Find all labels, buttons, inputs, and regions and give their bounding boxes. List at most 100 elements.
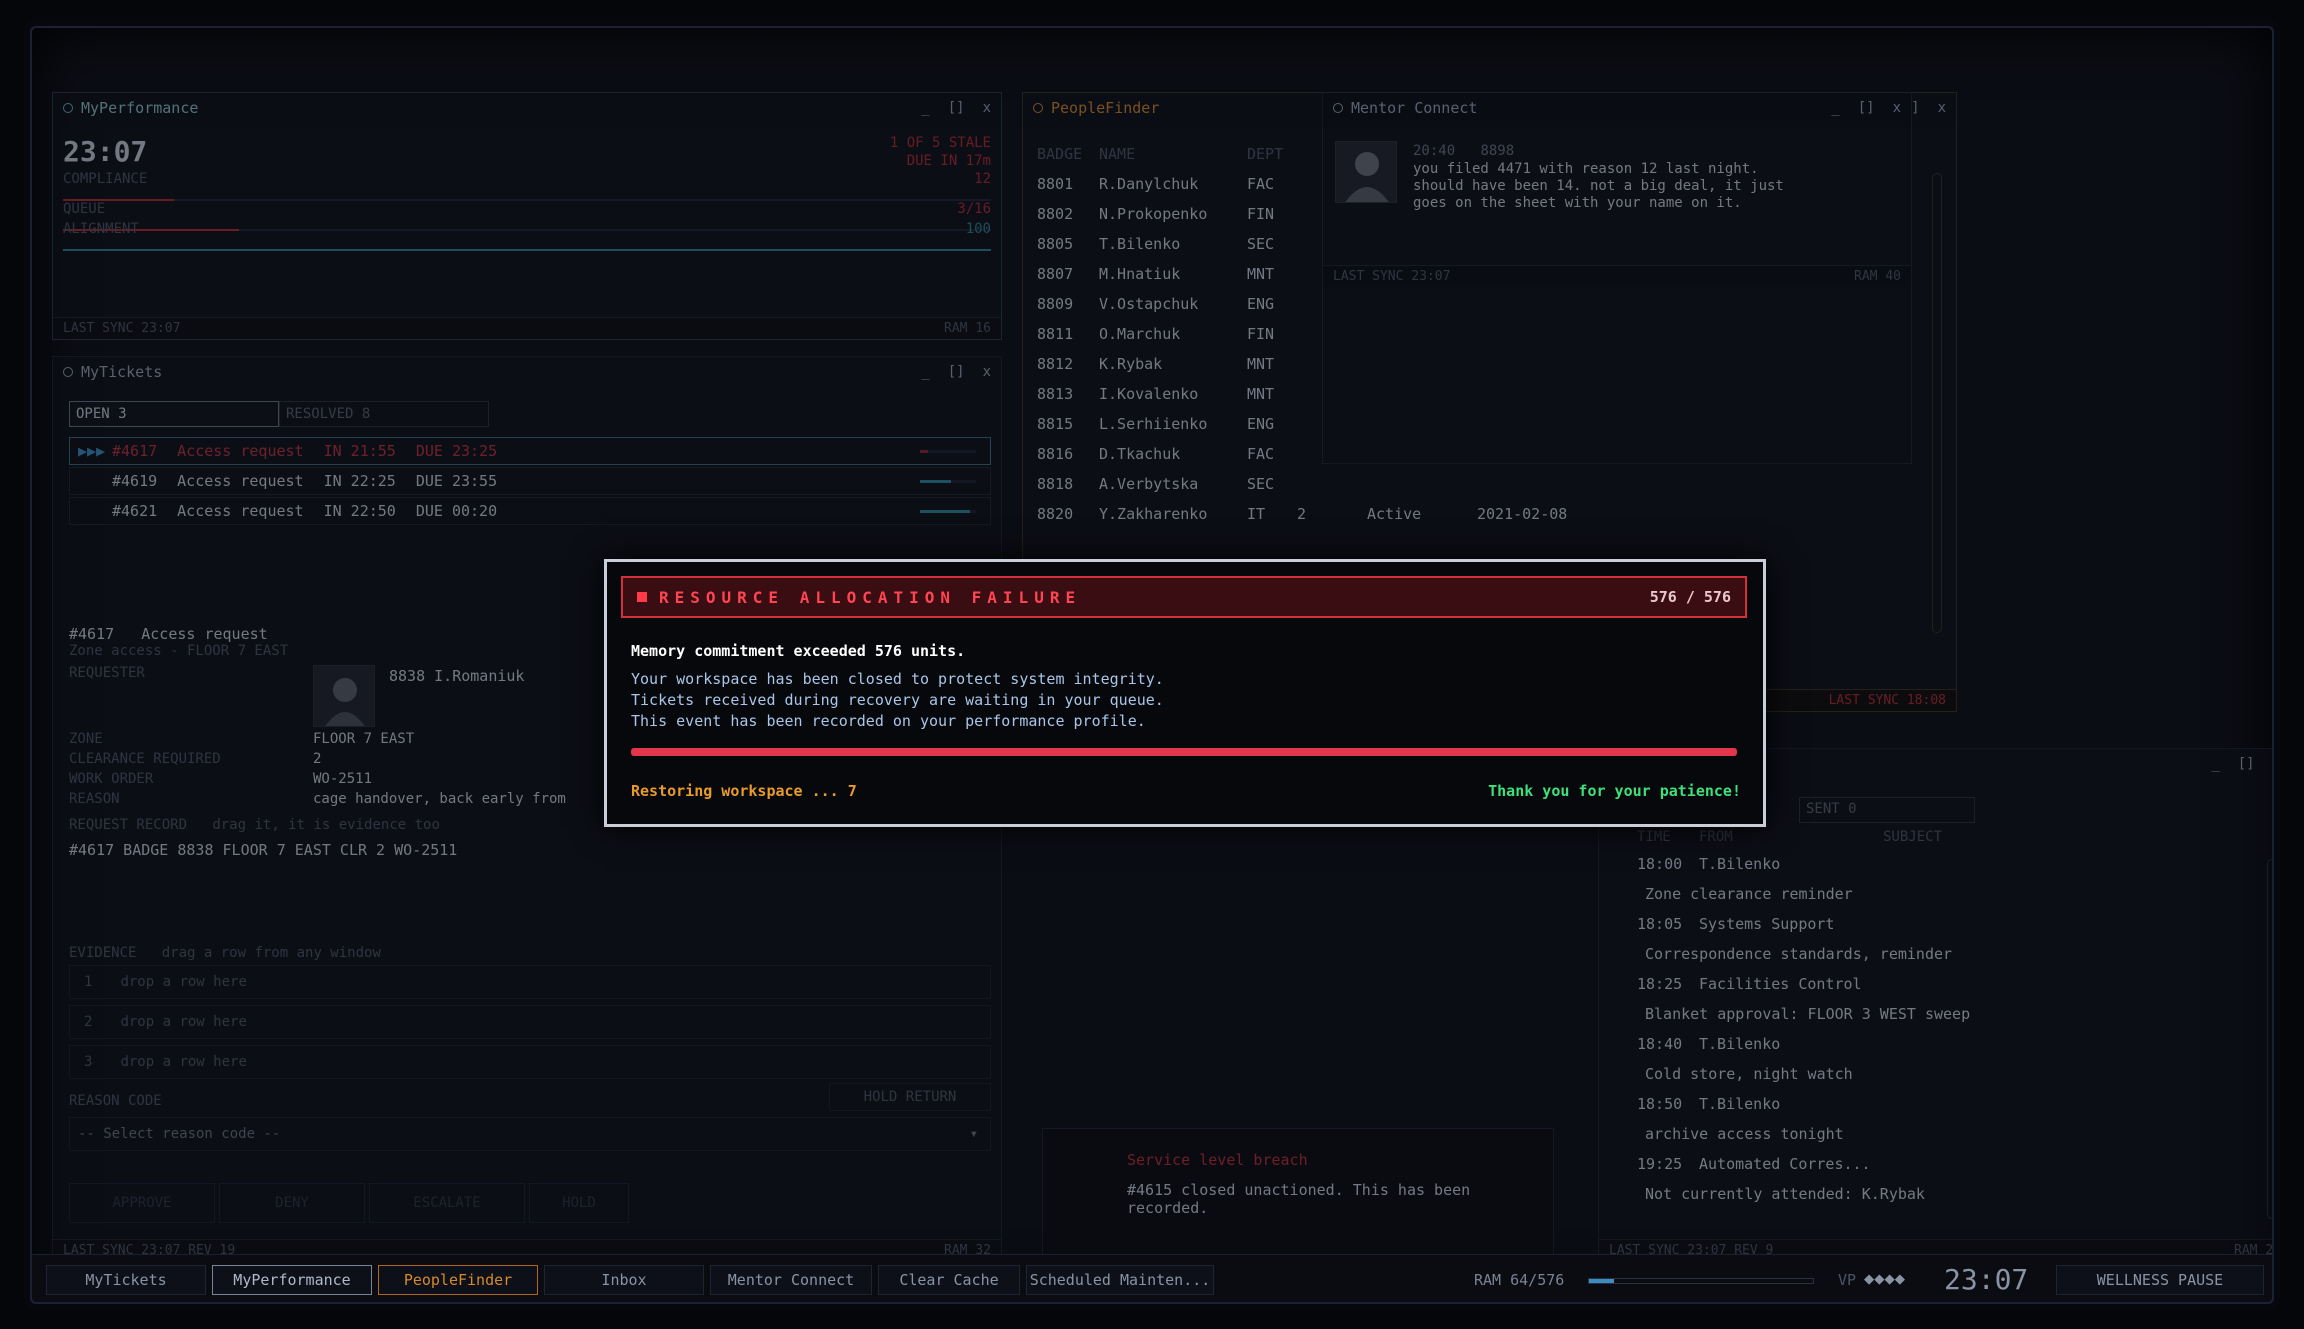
inbox-message[interactable]: 19:25 Automated Corres...	[1637, 1155, 1871, 1173]
inbox-message[interactable]: 18:05 Systems Support	[1637, 915, 1834, 933]
escalate-button[interactable]: ESCALATE	[369, 1183, 525, 1223]
metric-label: COMPLIANCE	[63, 171, 148, 187]
desktop: MyPerformance _ [] x 23:07 1 OF 5 STALE …	[30, 26, 2274, 1304]
minimize-icon[interactable]: _	[921, 100, 929, 116]
ticket-row[interactable]: #4621 Access request IN 22:50 DUE 00:20	[69, 497, 991, 525]
close-icon[interactable]: x	[983, 100, 991, 116]
person-icon	[325, 678, 365, 726]
message-subject[interactable]: Blanket approval: FLOOR 3 WEST sweep	[1645, 1005, 1970, 1023]
wellness-pause-button[interactable]: WELLNESS PAUSE	[2056, 1265, 2264, 1295]
people-row[interactable]: 8818 A.Verbytska SEC	[1037, 475, 1297, 493]
reason-code-select[interactable]: -- Select reason code -- ▾	[69, 1117, 991, 1151]
message-subject[interactable]: Not currently attended: K.Rybak	[1645, 1185, 1925, 1203]
maximize-icon[interactable]: ]	[1911, 100, 1919, 116]
alert-square-icon	[637, 592, 647, 602]
inbox-message[interactable]: 18:40 T.Bilenko	[1637, 1035, 1780, 1053]
stale-indicator: 1 OF 5 STALE	[889, 135, 991, 151]
requester-name: 8838 I.Romaniuk	[389, 667, 525, 685]
people-row[interactable]: 8820 Y.Zakharenko IT 2 Active 2021-02-08	[1037, 505, 1567, 523]
dialog-line-2: Tickets received during recovery are wai…	[631, 691, 1164, 709]
close-icon[interactable]: x	[1893, 100, 1901, 116]
taskbar-button[interactable]: PeopleFinder	[378, 1265, 538, 1295]
ticket-row[interactable]: ▶▶▶ #4617 Access request IN 21:55 DUE 23:25	[69, 437, 991, 465]
inbox-message[interactable]: 18:25 Facilities Control	[1637, 975, 1862, 993]
window-status-icon	[1033, 103, 1043, 113]
ticket-row[interactable]: #4619 Access request IN 22:25 DUE 23:55	[69, 467, 991, 495]
taskbar-button[interactable]: Inbox	[544, 1265, 704, 1295]
people-row[interactable]: 8813 I.Kovalenko MNT	[1037, 385, 1297, 403]
taskbar-button[interactable]: MyTickets	[46, 1265, 206, 1295]
sync-status: LAST SYNC 23:07	[1333, 269, 1451, 284]
request-record[interactable]: #4617 BADGE 8838 FLOOR 7 EAST CLR 2 WO-2…	[69, 841, 457, 859]
mentor-connect-window[interactable]: Mentor Connect _ [] x 20:40 8898 you fil…	[1322, 92, 1912, 464]
close-icon[interactable]: x	[2273, 756, 2274, 772]
evidence-drop-zone[interactable]: 2 drop a row here	[69, 1005, 991, 1039]
message-subject[interactable]: Zone clearance reminder	[1645, 885, 1853, 903]
inbox-message[interactable]: 18:50 T.Bilenko	[1637, 1095, 1780, 1113]
performance-titlebar[interactable]: MyPerformance _ [] x	[53, 93, 1001, 123]
people-row[interactable]: 8807 M.Hnatiuk MNT	[1037, 265, 1297, 283]
minimize-icon[interactable]: _	[921, 364, 929, 380]
recovery-progress-bar	[631, 748, 1737, 756]
tab-open[interactable]: OPEN 3	[69, 401, 279, 427]
close-icon[interactable]: x	[983, 364, 991, 380]
tab-sent[interactable]: SENT 0	[1799, 797, 1975, 823]
dialog-header: RESOURCE ALLOCATION FAILURE 576 / 576	[621, 576, 1747, 618]
field-label: WORK ORDER	[69, 771, 154, 787]
message-subject[interactable]: Cold store, night watch	[1645, 1065, 1853, 1083]
record-label-text: REQUEST RECORD	[69, 817, 188, 833]
people-row[interactable]: 8801 R.Danylchuk FAC	[1037, 175, 1297, 193]
people-row[interactable]: 8816 D.Tkachuk FAC	[1037, 445, 1297, 463]
error-dialog[interactable]: RESOURCE ALLOCATION FAILURE 576 / 576 Me…	[604, 559, 1766, 827]
ticket-progress	[920, 510, 976, 513]
performance-window[interactable]: MyPerformance _ [] x 23:07 1 OF 5 STALE …	[52, 92, 1002, 340]
hold-return-button[interactable]: HOLD RETURN	[829, 1083, 991, 1111]
person-badge: 8816	[1037, 445, 1074, 463]
taskbar-button[interactable]: Mentor Connect	[710, 1265, 872, 1295]
person-dept: SEC	[1247, 235, 1275, 253]
close-icon[interactable]: x	[1938, 100, 1946, 116]
message-meta: 20:40 8898	[1413, 143, 1514, 159]
scrollbar[interactable]	[1932, 173, 1942, 633]
metric-bar	[63, 229, 991, 231]
people-row[interactable]: 8812 K.Rybak MNT	[1037, 355, 1297, 373]
hold-button[interactable]: HOLD	[529, 1183, 629, 1223]
window-status-icon	[1333, 103, 1343, 113]
tickets-titlebar[interactable]: MyTickets _ [] x	[53, 357, 1001, 387]
message-subject[interactable]: Correspondence standards, reminder	[1645, 945, 1952, 963]
mentor-titlebar[interactable]: Mentor Connect _ [] x	[1323, 93, 1911, 123]
person-name: V.Ostapchuk	[1099, 295, 1199, 313]
sync-status: LAST SYNC 18:08	[1828, 693, 1946, 708]
metric-bar	[63, 199, 991, 201]
evidence-drop-zone[interactable]: 1 drop a row here	[69, 965, 991, 999]
approve-button[interactable]: APPROVE	[69, 1183, 215, 1223]
scrollbar[interactable]	[2267, 859, 2272, 1219]
taskbar-button[interactable]: MyPerformance	[212, 1265, 372, 1295]
people-row[interactable]: 8805 T.Bilenko SEC	[1037, 235, 1297, 253]
person-name: L.Serhiienko	[1099, 415, 1208, 433]
message-time: 18:50	[1637, 1095, 1683, 1113]
maximize-icon[interactable]: []	[1858, 100, 1875, 116]
evidence-hint: drag a row from any window	[161, 945, 381, 961]
maximize-icon[interactable]: []	[948, 364, 965, 380]
people-row[interactable]: 8815 L.Serhiienko ENG	[1037, 415, 1297, 433]
person-badge: 8801	[1037, 175, 1074, 193]
people-row[interactable]: 8809 V.Ostapchuk ENG	[1037, 295, 1297, 313]
minimize-icon[interactable]: _	[1831, 100, 1839, 116]
minimize-icon[interactable]: _	[2211, 756, 2219, 772]
breach-text-2: recorded.	[1127, 1199, 1209, 1217]
tab-resolved[interactable]: RESOLVED 8	[279, 401, 489, 427]
maximize-icon[interactable]: []	[2238, 756, 2255, 772]
deny-button[interactable]: DENY	[219, 1183, 365, 1223]
message-subject[interactable]: archive access tonight	[1645, 1125, 1844, 1143]
evidence-drop-zone[interactable]: 3 drop a row here	[69, 1045, 991, 1079]
people-row[interactable]: 8802 N.Prokopenko FIN	[1037, 205, 1297, 223]
taskbar-button[interactable]: Scheduled Mainten...	[1026, 1265, 1214, 1295]
ticket-progress-fill	[920, 480, 951, 483]
maximize-icon[interactable]: []	[948, 100, 965, 116]
field-value: cage handover, back early from	[313, 791, 566, 807]
people-row[interactable]: 8811 O.Marchuk FIN	[1037, 325, 1297, 343]
taskbar-button[interactable]: Clear Cache	[878, 1265, 1020, 1295]
person-badge: 8812	[1037, 355, 1074, 373]
inbox-message[interactable]: 18:00 T.Bilenko	[1637, 855, 1780, 873]
